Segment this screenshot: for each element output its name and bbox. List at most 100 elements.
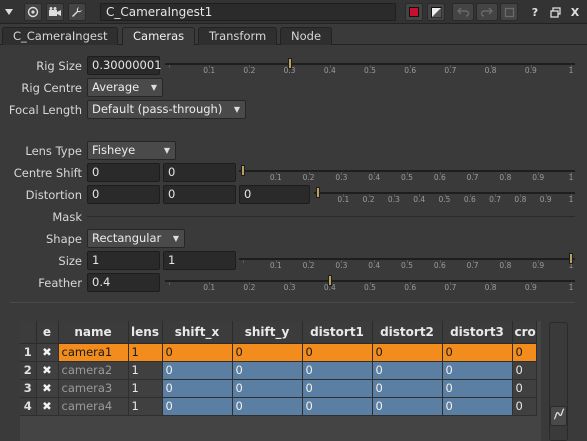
- slider-tick-label: 0.5: [401, 173, 413, 182]
- distort2-cell[interactable]: 0: [372, 379, 443, 398]
- size-x-input[interactable]: 1: [87, 251, 160, 270]
- revert-icon[interactable]: [500, 3, 518, 21]
- camera-name-cell[interactable]: camera2: [58, 361, 129, 380]
- row-number[interactable]: 2: [20, 361, 37, 380]
- help-icon[interactable]: ?: [526, 3, 544, 21]
- distort2-cell[interactable]: 0: [372, 361, 443, 380]
- curve-editor-icon[interactable]: [550, 406, 567, 426]
- shift-x-cell[interactable]: 0: [162, 397, 233, 416]
- feather-input[interactable]: 0.4: [87, 273, 160, 292]
- distort2-cell[interactable]: 0: [372, 397, 443, 416]
- tab-c-cameraingest[interactable]: C_CameraIngest: [2, 27, 119, 45]
- lens-cell[interactable]: 1: [128, 343, 163, 362]
- shift-x-cell[interactable]: 0: [162, 379, 233, 398]
- cro-cell[interactable]: 0: [512, 379, 537, 398]
- checker-icon[interactable]: [427, 3, 445, 21]
- collapse-arrow-icon[interactable]: [2, 3, 16, 21]
- shift-y-cell[interactable]: 0: [232, 343, 303, 362]
- slider-handle[interactable]: [316, 187, 320, 198]
- rig-size-input[interactable]: 0.30000001: [87, 56, 162, 75]
- centre-shift-slider[interactable]: 0.1 0.2 0.3 0.4 0.5 0.6 0.7 0.8 0.9 1: [239, 164, 575, 183]
- row-number[interactable]: 1: [20, 343, 37, 362]
- slider-handle[interactable]: [241, 165, 245, 176]
- camera-name-cell[interactable]: camera1: [58, 343, 129, 362]
- shift-y-cell[interactable]: 0: [232, 397, 303, 416]
- camera-icon[interactable]: [46, 3, 64, 21]
- distort3-cell[interactable]: 0: [442, 379, 513, 398]
- shift-x-cell[interactable]: 0: [162, 361, 233, 380]
- rig-size-slider[interactable]: 0.1 0.2 0.3 0.4 0.5 0.6 0.7 0.8 0.9 1: [165, 57, 575, 76]
- lens-type-dropdown[interactable]: Fisheye ▼: [87, 141, 176, 160]
- viewer-icon[interactable]: [24, 3, 42, 21]
- slider-tick-labels: 0.1 0.2 0.3 0.4 0.5 0.6 0.7 0.8 0.9 1: [239, 173, 575, 183]
- column-header[interactable]: shift_y: [232, 321, 303, 344]
- cro-cell[interactable]: 0: [512, 397, 537, 416]
- distortion-slider[interactable]: 0.1 0.2 0.3 0.4 0.5 0.6 0.7 0.8 0.9 1: [314, 186, 575, 205]
- redo-icon[interactable]: [476, 3, 498, 21]
- distortion-a-input[interactable]: 0: [87, 185, 160, 204]
- row-number[interactable]: 3: [20, 379, 37, 398]
- feather-slider[interactable]: 0.1 0.2 0.3 0.4 0.5 0.6 0.7 0.8 0.9 1: [165, 274, 575, 293]
- row-number[interactable]: 4: [20, 397, 37, 416]
- mask-divider: [87, 216, 575, 217]
- distort1-cell[interactable]: 0: [302, 397, 373, 416]
- distort1-cell[interactable]: 0: [302, 343, 373, 362]
- column-header[interactable]: distort1: [302, 321, 373, 344]
- close-icon[interactable]: X: [566, 3, 584, 21]
- column-header[interactable]: e: [36, 321, 59, 344]
- enable-checkbox[interactable]: ✖: [36, 343, 59, 362]
- wrench-icon[interactable]: [68, 3, 86, 21]
- centre-shift-x-input[interactable]: 0: [87, 163, 160, 182]
- lens-cell[interactable]: 1: [128, 361, 163, 380]
- tab-node[interactable]: Node: [280, 27, 333, 45]
- slider-tick-label: 0.1: [203, 66, 216, 75]
- distort1-cell[interactable]: 0: [302, 379, 373, 398]
- slider-handle[interactable]: [287, 58, 292, 69]
- enable-checkbox[interactable]: ✖: [36, 361, 59, 380]
- cro-cell[interactable]: 0: [512, 343, 537, 362]
- size-slider[interactable]: 0.1 0.2 0.3 0.4 0.5 0.6 0.7 0.8 0.9 1: [239, 252, 575, 271]
- focal-length-dropdown[interactable]: Default (pass-through) ▼: [87, 100, 246, 119]
- distort3-cell[interactable]: 0: [442, 397, 513, 416]
- lens-cell[interactable]: 1: [128, 397, 163, 416]
- column-header[interactable]: distort2: [372, 321, 443, 344]
- table-row[interactable]: 3 ✖ camera3 1 0 0 0 0 0 0: [20, 379, 537, 398]
- enable-checkbox[interactable]: ✖: [36, 397, 59, 416]
- table-row[interactable]: 4 ✖ camera4 1 0 0 0 0 0 0: [20, 397, 537, 416]
- column-header[interactable]: name: [58, 321, 129, 344]
- distortion-c-input[interactable]: 0: [239, 185, 310, 204]
- undo-icon[interactable]: [452, 3, 474, 21]
- tab-transform[interactable]: Transform: [198, 27, 278, 45]
- slider-handle[interactable]: [569, 253, 573, 264]
- column-header[interactable]: shift_x: [162, 321, 233, 344]
- slider-tick-label: 0.9: [524, 283, 537, 292]
- camera-name-cell[interactable]: camera4: [58, 397, 129, 416]
- enable-checkbox[interactable]: ✖: [36, 379, 59, 398]
- shift-y-cell[interactable]: 0: [232, 379, 303, 398]
- cro-cell[interactable]: 0: [512, 361, 537, 380]
- table-row[interactable]: 2 ✖ camera2 1 0 0 0 0 0 0: [20, 361, 537, 380]
- tab-cameras[interactable]: Cameras: [122, 27, 196, 45]
- column-header[interactable]: lens: [128, 321, 163, 344]
- distortion-b-input[interactable]: 0: [163, 185, 236, 204]
- shift-y-cell[interactable]: 0: [232, 361, 303, 380]
- distort2-cell[interactable]: 0: [372, 343, 443, 362]
- float-icon[interactable]: [546, 3, 564, 21]
- table-row[interactable]: 1 ✖ camera1 1 0 0 0 0 0 0: [20, 343, 537, 362]
- slider-handle[interactable]: [327, 275, 332, 286]
- distort3-cell[interactable]: 0: [442, 361, 513, 380]
- shift-x-cell[interactable]: 0: [162, 343, 233, 362]
- rig-centre-dropdown[interactable]: Average ▼: [87, 78, 163, 97]
- camera-name-cell[interactable]: camera3: [58, 379, 129, 398]
- centre-shift-y-input[interactable]: 0: [163, 163, 236, 182]
- size-y-input[interactable]: 1: [163, 251, 236, 270]
- distort3-cell[interactable]: 0: [442, 343, 513, 362]
- column-header[interactable]: distort3: [442, 321, 513, 344]
- color-swatch-icon[interactable]: [405, 3, 423, 21]
- lens-cell[interactable]: 1: [128, 379, 163, 398]
- slider-tick-label: 0.6: [463, 195, 476, 204]
- column-header[interactable]: cro: [512, 321, 537, 344]
- node-name-field[interactable]: C_CameraIngest1: [100, 3, 396, 21]
- distort1-cell[interactable]: 0: [302, 361, 373, 380]
- shape-dropdown[interactable]: Rectangular ▼: [87, 229, 185, 248]
